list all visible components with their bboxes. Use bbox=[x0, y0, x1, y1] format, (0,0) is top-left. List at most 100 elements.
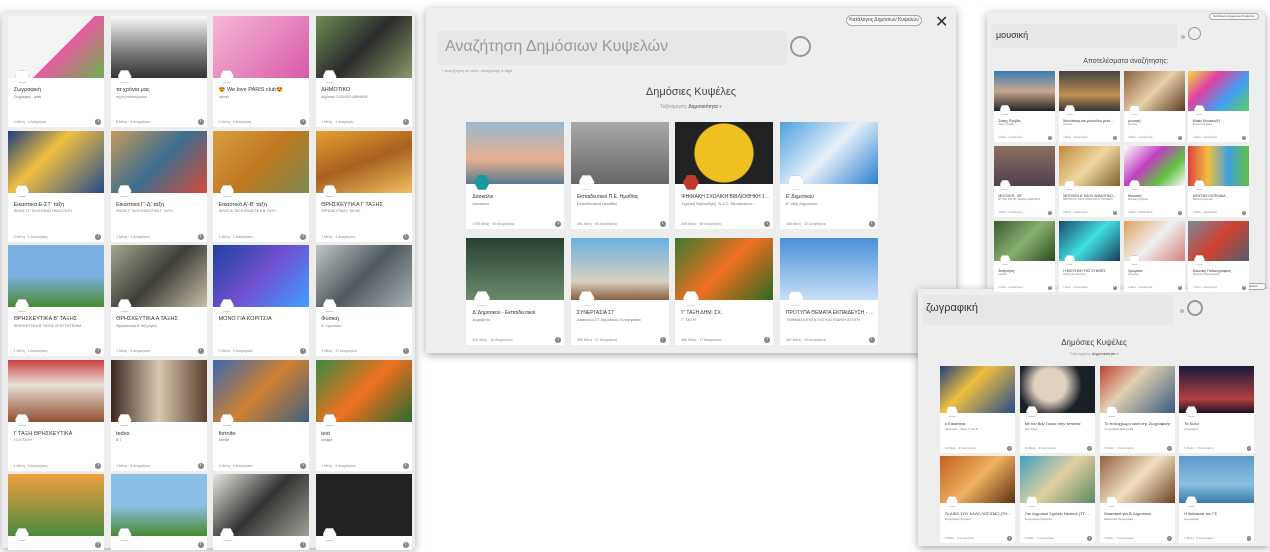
info-icon[interactable]: i bbox=[95, 233, 101, 240]
info-icon[interactable]: i bbox=[197, 462, 204, 469]
hive-cover-image[interactable] bbox=[570, 238, 669, 300]
info-icon[interactable]: i bbox=[197, 542, 204, 548]
hive-card[interactable]: ΘΡΗΣΚΕΥΤΙΚΑ Γ ΤΑΞΗΣ ΘΡΗΣΚΕΥΤΙΚΑ Γ ΤΑΞΗΣ 1 … bbox=[315, 130, 412, 242]
hive-title[interactable]: Η ΜΟΥΣΙΚΗ ΤΗΣ ΣΥΝΘΕΣ bbox=[1063, 269, 1117, 273]
hive-card[interactable]: Music Mouseo(Κ) μουσική Σχολείου 1 Μέλη · … bbox=[1188, 71, 1250, 142]
hive-card[interactable]: Εικαστικά Α'-Β' τάξη ΦΙΛΟΣ Α' ΤΑΞΗ ΕΙΚΑΣΤ… bbox=[213, 130, 309, 242]
hive-card[interactable]: i bbox=[315, 474, 412, 550]
hive-title[interactable]: Σάκης Ρουβάς bbox=[998, 119, 1052, 123]
hive-title[interactable]: tedes bbox=[116, 431, 203, 437]
info-icon[interactable]: i bbox=[1112, 211, 1117, 215]
info-icon[interactable]: i bbox=[95, 348, 101, 354]
hive-card[interactable]: Εκπαιδευτικοί Π.Ε. Ημαθίας Εκπαιδευτικοί … bbox=[570, 122, 669, 229]
hive-card[interactable]: ΨΗΦΙΑΚΗ ΣΧΟΛΙΚΗ ΒΙΒΛΙΟΘΗΚΗ 1ου ΔΗΜΟΤΙΚΟΥ… bbox=[675, 122, 773, 229]
hive-card[interactable]: i bbox=[110, 474, 207, 550]
hive-title[interactable]: Μονυτάκης και μουσόλος μετά Metal και... bbox=[1063, 119, 1117, 123]
hive-cover-image[interactable] bbox=[213, 130, 309, 193]
hive-cover-image[interactable] bbox=[110, 245, 207, 307]
hive-cover-image[interactable] bbox=[1019, 366, 1095, 413]
hive-title[interactable]: 7ου Δημοτικό Σχολείο Νεαπολ (ΤΤ-1) ΤΕΤ..… bbox=[1025, 511, 1092, 516]
hive-cover-image[interactable] bbox=[315, 130, 412, 193]
hive-cover-image[interactable] bbox=[8, 474, 104, 536]
hive-card[interactable]: Γ ΤΑΞΗ ΘΡΗΣΚΕΥΤΙΚΑ ΤΟ Β ΤΑΞΗ 1 Μέλη · 0 Αν… bbox=[8, 359, 104, 471]
hive-cover-image[interactable] bbox=[110, 474, 207, 536]
info-icon[interactable]: i bbox=[300, 348, 306, 354]
hive-title[interactable]: Ε' Δημοτικού bbox=[786, 194, 875, 200]
search-icon[interactable] bbox=[790, 36, 811, 57]
info-icon[interactable]: i bbox=[1087, 536, 1092, 541]
info-icon[interactable]: i bbox=[659, 337, 666, 343]
hive-title[interactable]: ΠΡΟΤΥΠΑ ΘΕΜΑΤΑ ΕΚΠΑΙΔΕΥΣΗ - ΤΜΗΜΑΤΑ ΕΝΤΑ… bbox=[786, 310, 875, 316]
hive-title[interactable]: ΔΗΜΟΤΙΚΟ bbox=[321, 87, 408, 93]
sort-control[interactable]: Ταξινόμηση: Δημοτικότητα ▾ bbox=[918, 351, 1270, 356]
info-icon[interactable]: i bbox=[1166, 536, 1172, 541]
hive-card[interactable]: Ζωγραφική Ζωγραφική - ipiek 4 Μέλη · 4 Ανά… bbox=[8, 16, 104, 127]
hive-title[interactable]: ΜΟΥΣΙΚΗ - Β'Γ bbox=[998, 194, 1052, 198]
hive-title[interactable]: Χρώματα bbox=[1128, 269, 1182, 273]
hive-card[interactable]: Η ΜΟΥΣΙΚΗ ΤΗΣ ΣΥΝΘΕΣ Καθηγητές μουσικής 1 … bbox=[1058, 221, 1120, 292]
info-icon[interactable]: i bbox=[1242, 286, 1247, 290]
hive-title[interactable]: Εικαστικά Α'-Β' τάξη bbox=[219, 202, 306, 208]
hive-title[interactable]: Φυσική bbox=[321, 316, 408, 322]
hive-title[interactable]: Εκπαιδευτικοί Π.Ε. Ημαθίας bbox=[577, 194, 666, 200]
hive-cover-image[interactable] bbox=[466, 122, 564, 184]
hive-title[interactable]: ΘΡΗΣΚΕΥΤΙΚΑ Β' ΤΑΞΗΣ bbox=[14, 316, 101, 322]
hive-cover-image[interactable] bbox=[8, 16, 104, 78]
hive-cover-image[interactable] bbox=[213, 245, 309, 307]
hive-card[interactable]: i bbox=[8, 474, 104, 550]
hive-card[interactable]: Εικαστικά Ε-ΣΤ' τάξη ΦΙΛΟΣ ΣΤ' ΤΑΞΗ ΕΙΚΑΣ… bbox=[8, 130, 104, 242]
hive-card[interactable]: Τα Καλα ζωγραφική 5 Μέλη · 2 Αναρτήσεις i bbox=[1179, 366, 1255, 453]
hive-title[interactable]: Γ' ΤΑΞΗ ΔΗΜ. ΣΧ. bbox=[681, 310, 770, 316]
clear-icon[interactable] bbox=[1180, 309, 1184, 313]
hive-cover-image[interactable] bbox=[110, 359, 207, 422]
info-icon[interactable]: i bbox=[300, 233, 306, 240]
hive-card[interactable]: ΣΥΝΕΡΓΑΣΙΑ ΣΤ Δάσκαλοι ΣΤ Δημοτικού Συνερ… bbox=[570, 238, 669, 345]
hive-cover-image[interactable] bbox=[213, 359, 309, 422]
hive-title[interactable]: Αναμνήση bbox=[998, 269, 1052, 273]
hive-card[interactable]: Το πολυχρωμο κουτι της Ζωγραφικής Ζωγραφι… bbox=[1099, 366, 1175, 453]
hive-card[interactable]: ΜΟΥΣΙΚΗ Α' ΚΑΙ Β' ΔΗΜΟΤΙΚΟΥ ΣΧΟΛΕΙΟΥ 201… bbox=[1058, 146, 1120, 217]
hive-card[interactable]: Δάσκαλοι Δασκάλοι 1789 Μέλη · 90 Αναρτήσει… bbox=[466, 122, 564, 229]
hive-cover-image[interactable] bbox=[779, 122, 878, 184]
hive-cover-image[interactable] bbox=[315, 474, 412, 536]
info-icon[interactable]: i bbox=[1246, 446, 1252, 451]
hive-card[interactable]: Ε' Δημοτικού Ε' τάξη Δημοτικού 408 Μέλη · … bbox=[779, 122, 878, 229]
hive-card[interactable]: Αναμνήση μουσική 1 Μέλη · 0 Αναρτήσεις i bbox=[994, 221, 1055, 292]
hive-title[interactable]: τα χρόνια μας bbox=[116, 87, 203, 93]
info-icon[interactable]: i bbox=[555, 221, 561, 227]
hive-title[interactable]: Δ' Δημοτικού - Εκπαιδευτικοί bbox=[472, 310, 561, 316]
hive-title[interactable]: ΜΟΥΣΙΚΗ Α' ΚΑΙ Β' ΔΗΜΟΤΙΚΟΥ ΣΧΟΛΕΙΟΥ 201… bbox=[1063, 194, 1117, 198]
hive-cover-image[interactable] bbox=[315, 16, 412, 78]
sort-value[interactable]: Δημοτικότητα bbox=[688, 104, 718, 110]
hive-cover-image[interactable] bbox=[213, 474, 309, 536]
catalog-button[interactable]: Κατάλογος Δημόσιων Κυψελών bbox=[1209, 13, 1259, 20]
hive-card[interactable]: Μονυτάκης και μουσόλος μετά Metal και...… bbox=[1058, 71, 1120, 142]
info-icon[interactable]: i bbox=[402, 348, 409, 354]
info-icon[interactable]: i bbox=[402, 119, 409, 125]
hive-card[interactable]: 😍 We love PARIS club😍 αποικτ 0 Μέλη · 0 Αν… bbox=[213, 16, 309, 127]
hive-cover-image[interactable] bbox=[8, 130, 104, 193]
hive-card[interactable]: ΠΡΟΤΥΠΑ ΘΕΜΑΤΑ ΕΚΠΑΙΔΕΥΣΗ - ΤΜΗΜΑΤΑ ΕΝΤΑ… bbox=[779, 238, 878, 345]
hive-cover-image[interactable] bbox=[466, 238, 564, 300]
info-icon[interactable]: i bbox=[868, 337, 875, 343]
hive-title[interactable]: Τα Καλα bbox=[1184, 421, 1251, 426]
hive-title[interactable]: test bbox=[321, 431, 408, 437]
hive-title[interactable]: ΨΗΦΙΑΚΗ ΣΧΟΛΙΚΗ ΒΙΒΛΙΟΘΗΚΗ 1ου ΔΗΜΟΤΙΚΟΥ… bbox=[681, 194, 770, 200]
hive-card[interactable]: Χρώματα Χρώματα 1 Μέλη · 0 Αναρτήσεις i bbox=[1123, 221, 1185, 292]
info-icon[interactable]: i bbox=[402, 542, 409, 548]
hive-card[interactable]: Εικαστικά για Β' Δημοτικού Εικαστικά Ζωγρ… bbox=[1099, 456, 1175, 543]
hive-card[interactable]: ΘΡΗΣΚΕΥΤΙΚΑ Α ΤΑΞΗΣ Θρησκευτικά Α' ταξη Α… bbox=[110, 245, 207, 356]
info-icon[interactable]: i bbox=[1246, 536, 1252, 541]
info-icon[interactable]: i bbox=[1048, 211, 1052, 215]
info-icon[interactable]: i bbox=[95, 119, 101, 125]
hive-cover-image[interactable] bbox=[110, 16, 207, 78]
info-icon[interactable]: i bbox=[1166, 446, 1172, 451]
hive-title[interactable]: ο Εικαστικα bbox=[945, 421, 1012, 426]
info-icon[interactable]: i bbox=[1007, 536, 1012, 541]
hive-card[interactable]: Μουσική Μουσική Σχολείου 1 Μέλη · 0 Αναρτή… bbox=[1123, 146, 1185, 217]
hive-cover-image[interactable] bbox=[315, 245, 412, 307]
hive-card[interactable]: Σάκης Ρουβάς Σάκης Ρουβάς 1 Μέλη · 1 Αναρτ… bbox=[994, 71, 1055, 142]
hive-title[interactable]: Το ΔΙΚΟ ΣΟΥ ΚΑΛΟ ΛΟΓΙΣΜΟ (ΤΗΣ ΖΩΓΡΑΦΙΚΗΣ… bbox=[945, 511, 1012, 516]
catalog-button[interactable]: Κατάλογος Δημόσιων Κυψελών bbox=[846, 15, 922, 26]
info-icon[interactable]: i bbox=[1177, 136, 1182, 140]
